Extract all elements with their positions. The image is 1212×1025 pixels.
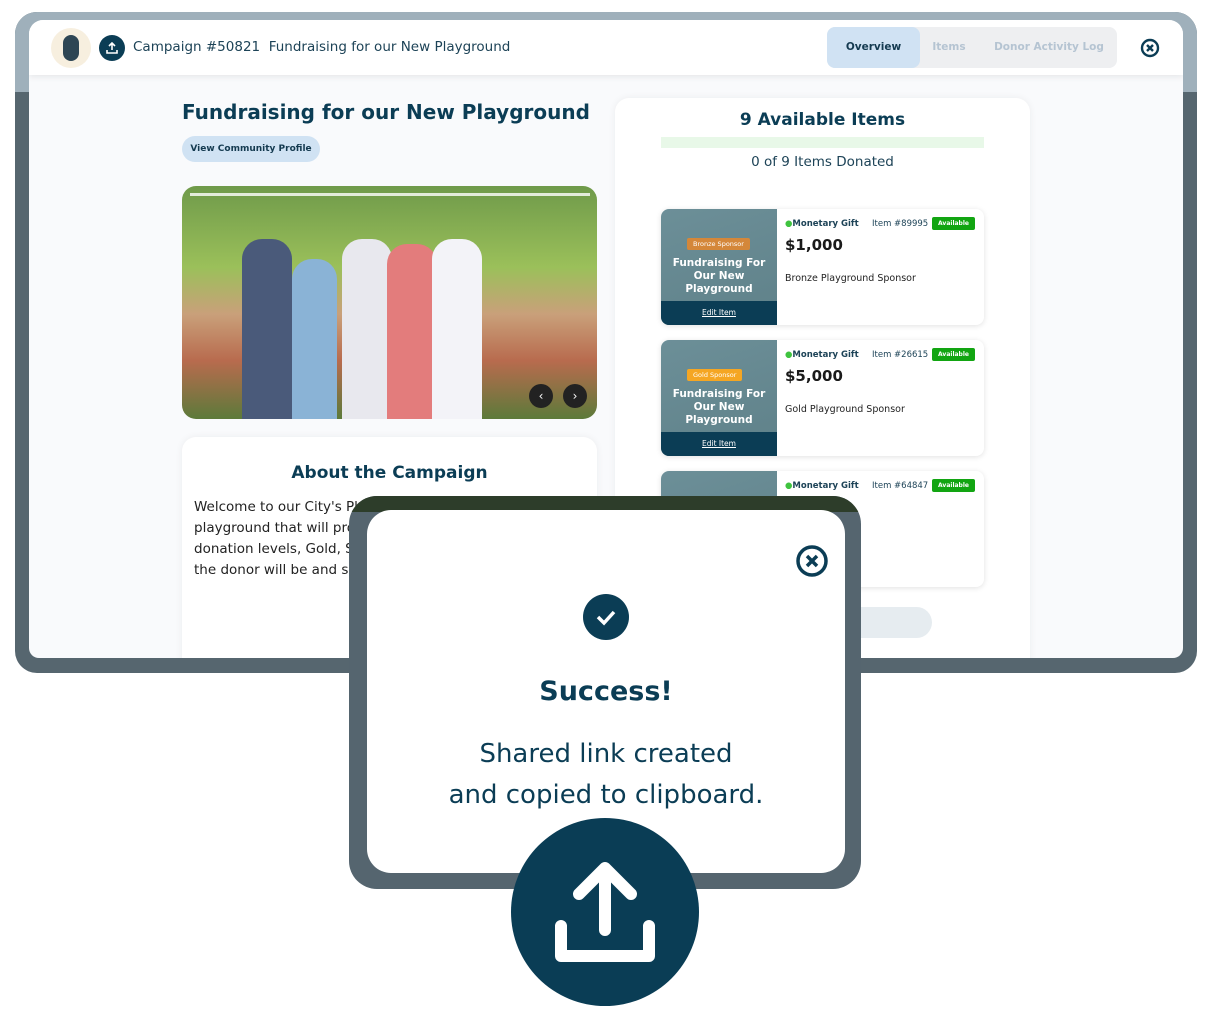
tier-badge: Bronze Sponsor [687,238,750,250]
thumbnail-title: Fundraising For Our New Playground [672,257,766,295]
share-icon-badge [511,818,699,1006]
item-number: Item #26615 [872,350,929,360]
carousel-progress [190,193,590,196]
donation-progress-bar [661,137,984,148]
thumbnail-title: Fundraising For Our New Playground [672,388,766,426]
donated-count: 0 of 9 Items Donated [751,154,894,170]
edit-item-link[interactable]: Edit Item [661,432,777,456]
item-description: Gold Playground Sponsor [785,404,905,415]
carousel-prev-button[interactable]: ‹ [529,384,553,408]
item-number: Item #89995 [872,219,929,229]
item-thumbnail: Bronze Sponsor Fundraising For Our New P… [661,209,777,325]
page-title: Fundraising for our New Playground [182,100,590,124]
tab-donor-activity-log[interactable]: Donor Activity Log [987,27,1111,68]
status-badge: Available [932,348,975,361]
modal-close-icon[interactable] [795,544,829,578]
tab-items[interactable]: Items [920,27,978,68]
view-community-profile-button[interactable]: View Community Profile [182,136,320,162]
item-card[interactable]: Bronze Sponsor Fundraising For Our New P… [661,209,984,325]
campaign-photo-carousel: ‹ › [182,186,597,419]
item-type: ●Monetary Gift [785,219,859,229]
close-icon[interactable] [1140,38,1160,58]
item-type: ●Monetary Gift [785,481,859,491]
item-thumbnail: Gold Sponsor Fundraising For Our New Pla… [661,340,777,456]
item-type: ●Monetary Gift [785,350,859,360]
header-title: Campaign #50821 Fundraising for our New … [133,39,510,55]
share-upload-icon [106,42,118,54]
community-logo [51,28,91,68]
tab-overview[interactable]: Overview [827,27,920,68]
campaign-number: Campaign #50821 [133,39,261,55]
item-number: Item #64847 [872,481,929,491]
item-card[interactable]: Gold Sponsor Fundraising For Our New Pla… [661,340,984,456]
tab-bar: Overview Items Donor Activity Log [827,27,1117,68]
window-header: Campaign #50821 Fundraising for our New … [29,20,1183,75]
about-heading: About the Campaign [291,463,488,483]
campaign-title: Fundraising for our New Playground [268,39,511,55]
modal-message: Shared link created and copied to clipboa… [367,734,845,816]
status-badge: Available [932,217,975,230]
modal-title: Success! [539,676,673,707]
share-button[interactable] [99,35,125,61]
carousel-next-button[interactable]: › [563,384,587,408]
modal-line-1: Shared link created [479,739,733,769]
success-check-icon [583,594,629,640]
items-heading: 9 Available Items [739,110,906,130]
status-badge: Available [932,479,975,492]
tier-badge: Gold Sponsor [687,369,743,381]
modal-line-2: and copied to clipboard. [448,780,764,810]
upload-share-icon [555,862,655,962]
item-amount: $5,000 [785,367,843,385]
edit-item-link[interactable]: Edit Item [661,301,777,325]
item-amount: $1,000 [785,236,843,254]
item-description: Bronze Playground Sponsor [785,273,916,284]
